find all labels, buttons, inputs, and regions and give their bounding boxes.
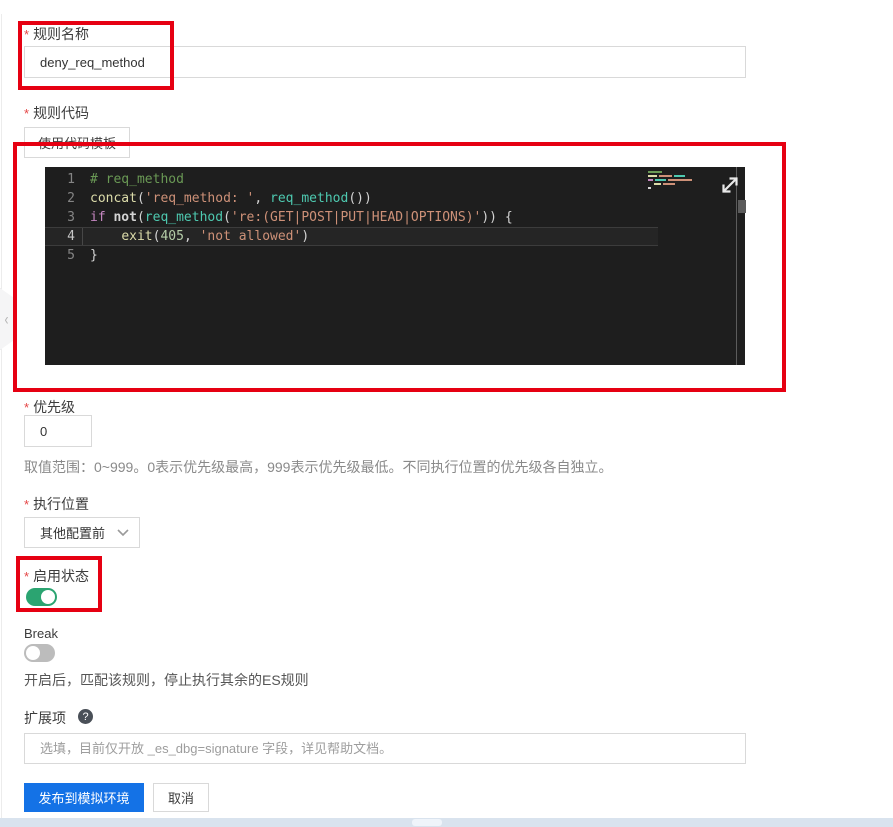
exec-position-select[interactable]: 其他配置前	[24, 517, 140, 548]
break-help-text: 开启后，匹配该规则，停止执行其余的ES规则	[24, 672, 309, 688]
rule-code-label: * 规则代码	[24, 105, 90, 121]
exec-position-label: * 执行位置	[24, 496, 90, 512]
chevron-down-icon	[117, 528, 129, 536]
chevron-left-icon: ‹	[4, 309, 9, 329]
required-asterisk: *	[24, 569, 30, 584]
extension-label: 扩展项	[24, 710, 66, 726]
priority-label: * 优先级	[24, 399, 76, 415]
priority-input[interactable]	[24, 415, 92, 447]
rule-name-label: * 规则名称	[24, 26, 90, 42]
horizontal-scrollbar[interactable]	[0, 818, 893, 827]
cancel-button[interactable]: 取消	[153, 783, 209, 812]
enable-status-label: * 启用状态	[24, 568, 90, 584]
editor-scrollbar-thumb[interactable]	[738, 200, 746, 213]
line-numbers: 12345	[67, 172, 75, 263]
rule-name-input[interactable]	[24, 46, 746, 78]
extension-input[interactable]	[24, 733, 746, 764]
toggle-knob	[26, 646, 40, 660]
break-label: Break	[24, 626, 58, 641]
rule-edit-drawer: ‹ *规则名称 *规则代码 使用代码模板 12345 # req_methodc…	[0, 0, 893, 827]
code-content: # req_method concat('req_method: ', req_m…	[90, 172, 513, 263]
enable-status-toggle[interactable]	[26, 588, 57, 606]
required-asterisk: *	[24, 27, 30, 42]
drawer-left-border	[1, 14, 2, 818]
code-editor[interactable]: 12345 # req_method concat('req_method: ',…	[45, 167, 746, 365]
required-asterisk: *	[24, 106, 30, 121]
toggle-knob	[41, 590, 55, 604]
horizontal-scrollbar-thumb[interactable]	[412, 819, 442, 826]
minimap[interactable]	[648, 171, 710, 191]
indent-guide	[82, 228, 83, 245]
editor-scrollbar[interactable]	[736, 167, 746, 365]
priority-help-text: 取值范围：0~999。0表示优先级最高，999表示优先级最低。不同执行位置的优先…	[24, 459, 613, 475]
publish-to-simulation-button[interactable]: 发布到模拟环境	[24, 783, 144, 812]
select-value: 其他配置前	[40, 526, 106, 541]
required-asterisk: *	[24, 400, 30, 415]
use-code-template-button[interactable]: 使用代码模板	[24, 127, 130, 158]
collapse-drawer-handle[interactable]: ‹	[0, 288, 14, 350]
help-icon[interactable]: ?	[78, 709, 93, 724]
break-toggle[interactable]	[24, 644, 55, 662]
required-asterisk: *	[24, 497, 30, 512]
